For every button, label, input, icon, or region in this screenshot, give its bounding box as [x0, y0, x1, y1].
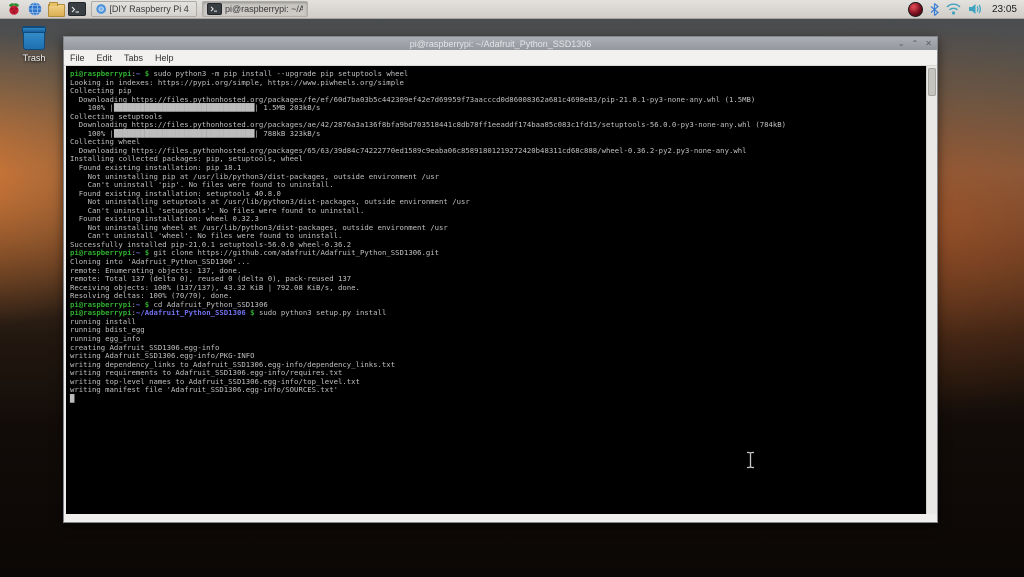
folder-icon: [48, 4, 65, 17]
trash-icon: [23, 26, 45, 50]
terminal-line: pi@raspberrypi:~/Adafruit_Python_SSD1306…: [70, 309, 926, 318]
terminal-line: 100% |████████████████████████████████| …: [70, 130, 926, 139]
menu-help[interactable]: Help: [149, 52, 180, 64]
trash-label: Trash: [14, 53, 54, 63]
trash-desktop-icon[interactable]: Trash: [14, 26, 54, 63]
close-icon[interactable]: ✕: [925, 37, 932, 50]
task-label: [DIY Raspberry Pi 4 D...: [109, 4, 192, 14]
menu-tabs[interactable]: Tabs: [118, 52, 149, 64]
clock[interactable]: 23:05: [989, 4, 1019, 15]
terminal-icon: [207, 3, 222, 15]
mouse-ibeam-cursor: [745, 451, 756, 469]
terminal-output[interactable]: pi@raspberrypi:~ $ sudo python3 -m pip i…: [66, 66, 926, 514]
wifi-icon[interactable]: [946, 3, 961, 15]
minimize-icon[interactable]: ⌄: [898, 37, 905, 50]
terminal-line: Looking in indexes: https://pypi.org/sim…: [70, 79, 926, 88]
terminal-line: █: [70, 395, 926, 404]
web-browser-button[interactable]: [26, 1, 44, 17]
system-tray: 23:05: [908, 2, 1019, 17]
volume-icon[interactable]: [968, 3, 982, 15]
globe-icon: [28, 2, 42, 16]
terminal-line: running bdist_egg: [70, 326, 926, 335]
terminal-window: pi@raspberrypi: ~/Adafruit_Python_SSD130…: [63, 36, 938, 523]
terminal-content-row: pi@raspberrypi:~ $ sudo python3 -m pip i…: [64, 66, 937, 514]
scrollbar-thumb[interactable]: [928, 68, 936, 96]
bluetooth-icon[interactable]: [930, 3, 939, 16]
raspberry-icon: [7, 2, 21, 16]
terminal-menubar: File Edit Tabs Help: [64, 50, 937, 66]
window-title: pi@raspberrypi: ~/Adafruit_Python_SSD130…: [410, 39, 592, 49]
file-manager-button[interactable]: [47, 1, 65, 17]
terminal-icon: [68, 2, 86, 16]
window-controls: ⌄ ⌃ ✕: [898, 37, 932, 50]
raspberry-menu-button[interactable]: [5, 1, 23, 17]
chromium-icon: [96, 3, 106, 15]
terminal-line: writing manifest file 'Adafruit_SSD1306.…: [70, 386, 926, 395]
terminal-line: running install: [70, 318, 926, 327]
taskbar-task-terminal[interactable]: pi@raspberrypi: ~/Ad...: [202, 1, 308, 17]
menu-edit[interactable]: Edit: [91, 52, 119, 64]
terminal-launcher-button[interactable]: [68, 1, 86, 17]
window-titlebar[interactable]: pi@raspberrypi: ~/Adafruit_Python_SSD130…: [64, 37, 937, 50]
terminal-line: 100% |████████████████████████████████| …: [70, 104, 926, 113]
vnc-status-icon[interactable]: [908, 2, 923, 17]
maximize-icon[interactable]: ⌃: [912, 37, 919, 50]
task-label: pi@raspberrypi: ~/Ad...: [225, 4, 303, 14]
terminal-scrollbar[interactable]: [926, 66, 937, 514]
taskbar: [DIY Raspberry Pi 4 D... pi@raspberrypi:…: [0, 0, 1024, 19]
menu-file[interactable]: File: [64, 52, 91, 64]
taskbar-task-browser[interactable]: [DIY Raspberry Pi 4 D...: [91, 1, 197, 17]
window-bottom-border: [64, 514, 937, 522]
